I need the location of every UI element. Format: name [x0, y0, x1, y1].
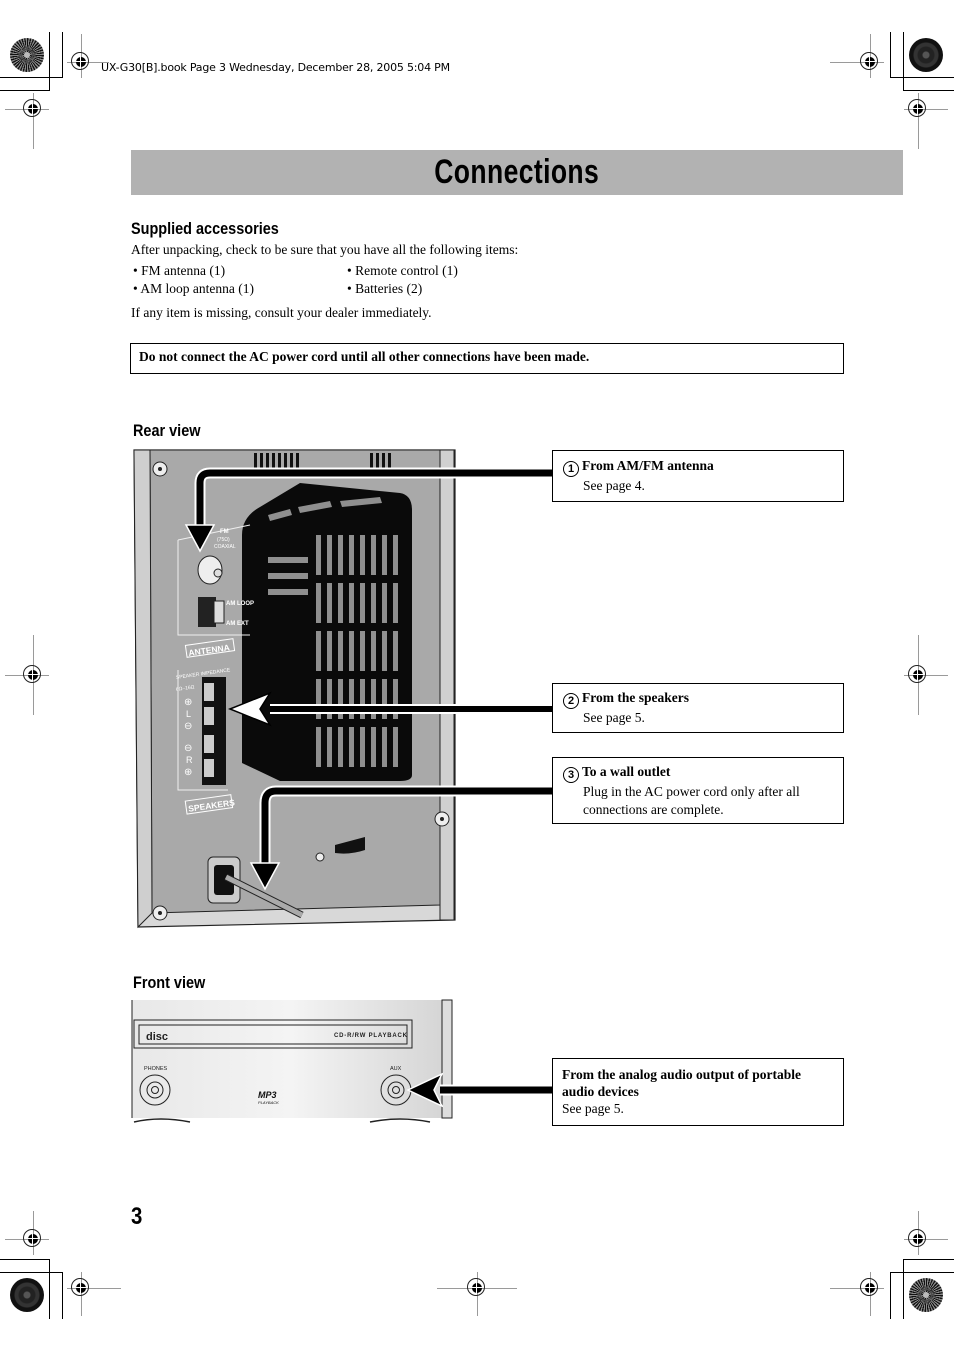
supplied-accessories-intro: After unpacking, check to be sure that y… — [131, 242, 519, 257]
callout-aux-input: From the analog audio output of portable… — [552, 1058, 844, 1126]
vent-slot — [393, 727, 398, 767]
registration-disk-icon — [10, 1278, 44, 1312]
svg-text:PLAYBACK: PLAYBACK — [258, 1100, 279, 1105]
title-bar: Connections — [131, 150, 903, 195]
vent-slot — [393, 535, 398, 575]
fm-label: FM — [220, 529, 229, 535]
vent-slot — [371, 727, 376, 767]
vent-slot — [316, 727, 321, 767]
registration-disk-icon — [909, 38, 943, 72]
callout-wall-outlet: 3 To a wall outlet Plug in the AC power c… — [552, 757, 844, 824]
warning-box: Do not connect the AC power cord until a… — [130, 343, 844, 374]
svg-text:⊖: ⊖ — [184, 743, 192, 754]
vent-slot — [349, 583, 354, 623]
callout-antenna: 1 From AM/FM antenna See page 4. — [552, 450, 844, 502]
vent-slot — [360, 535, 365, 575]
accessory-item: • Remote control (1) — [347, 263, 458, 278]
vent-slot — [382, 583, 387, 623]
registration-disk-icon — [909, 1278, 943, 1312]
vent-slot — [338, 583, 343, 623]
vent-slot — [371, 631, 376, 671]
cd-playback-label: CD-R/RW PLAYBACK — [334, 1033, 408, 1039]
supplied-accessories-heading: Supplied accessories — [131, 219, 279, 238]
callout-text: See page 5. — [583, 710, 645, 725]
front-view-heading: Front view — [133, 973, 206, 992]
svg-text:(75Ω): (75Ω) — [217, 537, 230, 543]
supplied-accessories-footer: If any item is missing, consult your dea… — [131, 305, 432, 320]
vent-slot — [360, 631, 365, 671]
vent-slot — [316, 583, 321, 623]
rear-view-heading: Rear view — [133, 421, 201, 440]
rear-view-illustration: FM (75Ω) COAXIAL AM LOOP AM EXT ANTENNA … — [133, 449, 552, 929]
vent-slot — [327, 631, 332, 671]
vent-slot — [349, 631, 354, 671]
file-info-header: UX-G30[B].book Page 3 Wednesday, Decembe… — [101, 61, 450, 74]
svg-text:⊖: ⊖ — [184, 721, 192, 732]
callout-speakers: 2 From the speakers See page 5. — [552, 683, 844, 733]
number-3-icon: 3 — [563, 767, 579, 783]
phones-label: PHONES — [144, 1066, 168, 1072]
callout-title: From the speakers — [582, 690, 689, 705]
vent-slot — [338, 727, 343, 767]
svg-text:R: R — [186, 755, 193, 765]
vent-slot — [393, 583, 398, 623]
accessory-item: • FM antenna (1) — [133, 263, 226, 278]
number-1-icon: 1 — [563, 461, 579, 477]
vent-slot — [338, 631, 343, 671]
page-title: Connections — [434, 153, 600, 191]
svg-text:COAXIAL: COAXIAL — [214, 544, 236, 550]
callout-text: Plug in the AC power cord only after all… — [583, 784, 800, 817]
vent-slot — [316, 631, 321, 671]
front-view-illustration: disc CD-R/RW PLAYBACK PHONES AUX MP3 PLA… — [131, 999, 552, 1123]
number-2-icon: 2 — [563, 693, 579, 709]
aux-label: AUX — [390, 1066, 402, 1072]
callout-text: See page 4. — [583, 478, 645, 493]
vent-slot — [382, 535, 387, 575]
vent-slot — [360, 727, 365, 767]
svg-text:AM LOOP: AM LOOP — [226, 601, 254, 607]
callout-text: See page 5. — [562, 1101, 624, 1116]
callout-title: From AM/FM antenna — [582, 458, 714, 473]
vent-slot — [382, 727, 387, 767]
vent-slot — [393, 631, 398, 671]
accessory-item: • Batteries (2) — [347, 281, 423, 296]
svg-text:L: L — [186, 709, 191, 719]
disc-logo-icon: disc — [146, 1031, 168, 1043]
vent-slot — [371, 535, 376, 575]
vent-slot — [338, 535, 343, 575]
vent-slot — [349, 535, 354, 575]
vent-slot — [327, 583, 332, 623]
vent-slot — [316, 535, 321, 575]
accessory-item: • AM loop antenna (1) — [133, 281, 254, 296]
page-number: 3 — [131, 1203, 143, 1230]
vent-slot — [371, 583, 376, 623]
vent-slot — [327, 727, 332, 767]
vent-slot — [327, 535, 332, 575]
svg-text:AM EXT: AM EXT — [226, 621, 249, 627]
vent-slot — [360, 583, 365, 623]
svg-text:⊕: ⊕ — [184, 697, 192, 708]
vent-slot — [382, 631, 387, 671]
callout-title: To a wall outlet — [582, 764, 671, 779]
mp3-logo: MP3 — [258, 1090, 277, 1100]
vent-slot — [349, 727, 354, 767]
registration-disk-icon — [10, 38, 44, 72]
callout-title: From the analog audio output of portable… — [562, 1067, 802, 1099]
svg-text:⊕: ⊕ — [184, 767, 192, 778]
